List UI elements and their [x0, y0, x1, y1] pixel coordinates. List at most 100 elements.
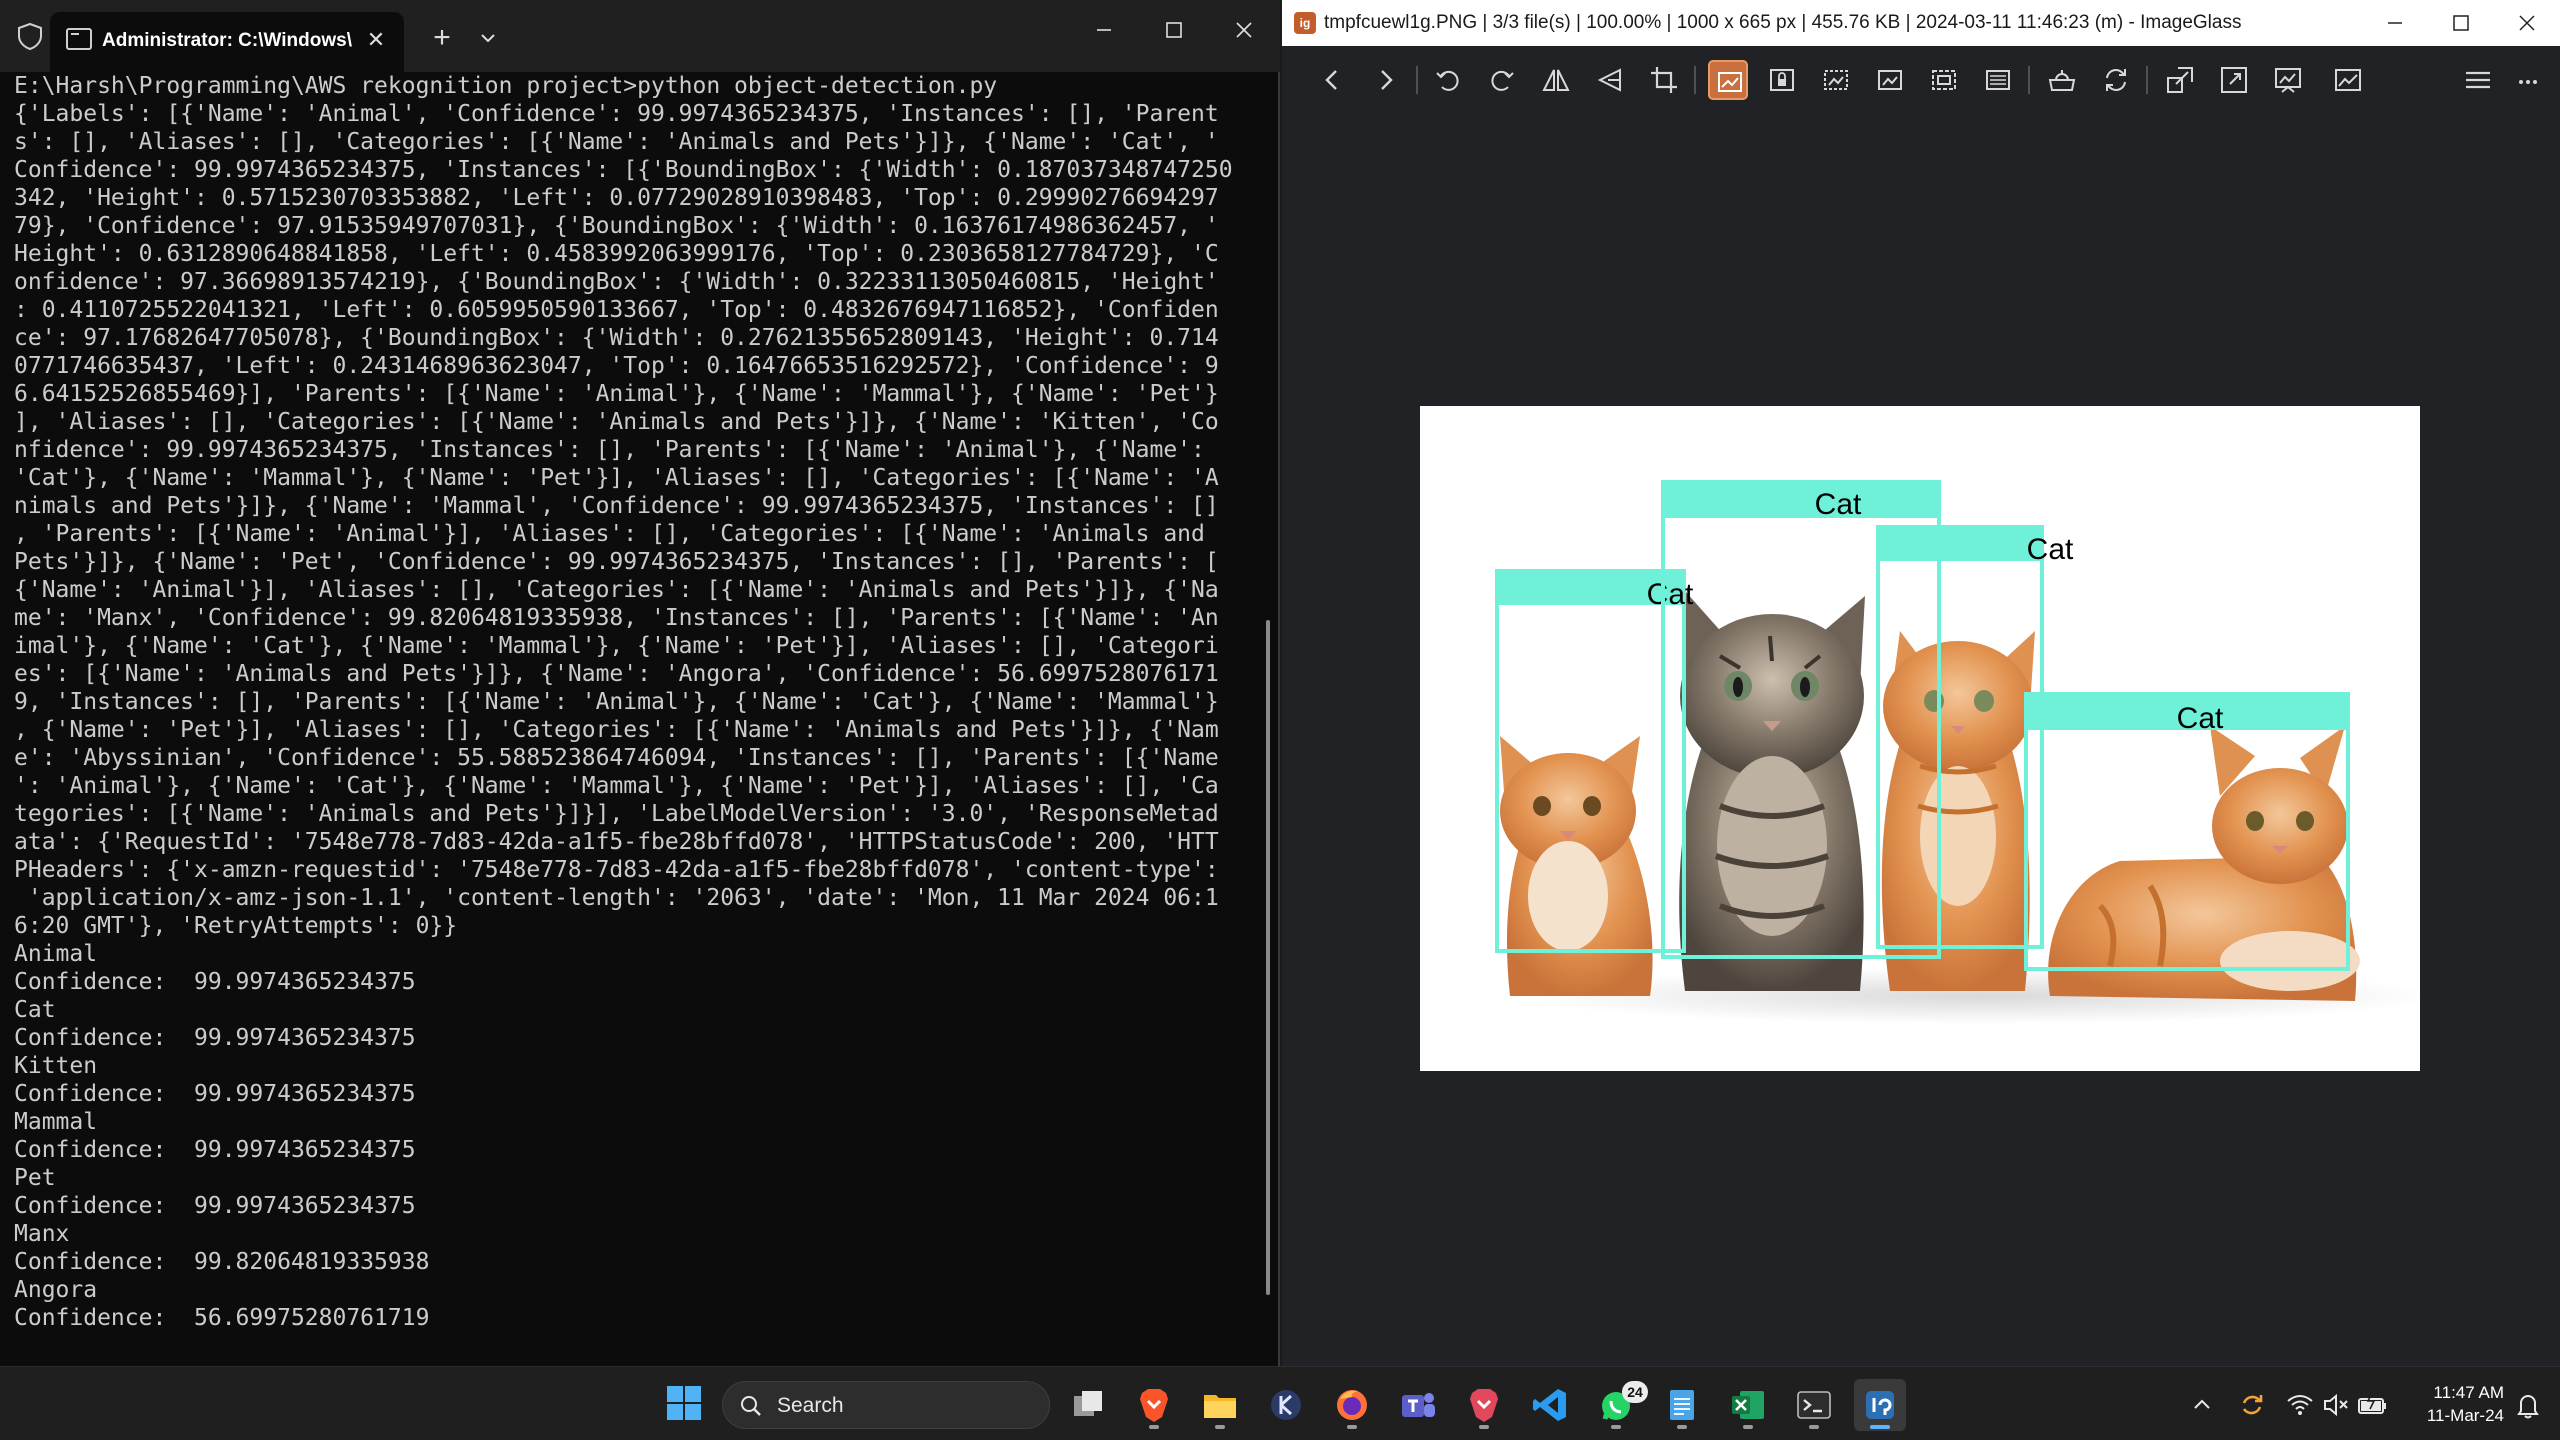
- new-tab-button[interactable]: +: [424, 20, 460, 56]
- maximize-button[interactable]: [2428, 0, 2494, 46]
- running-indicator: [1611, 1425, 1621, 1429]
- toolbar-separator: [1416, 66, 1418, 94]
- previous-image-button[interactable]: [1312, 60, 1352, 100]
- terminal-line: Confidence: 99.9974365234375: [14, 1193, 416, 1219]
- running-indicator: [1743, 1425, 1753, 1429]
- volume-muted-icon[interactable]: [2320, 1389, 2352, 1421]
- terminal-tab-title: Administrator: C:\Windows\Sy: [102, 30, 352, 51]
- terminal-line: s': [], 'Aliases': [], 'Categories': [{'…: [14, 129, 1219, 155]
- brave-browser-icon[interactable]: [1128, 1379, 1180, 1431]
- scale-to-fit-icon[interactable]: [1924, 60, 1964, 100]
- notepad-icon[interactable]: [1656, 1379, 1708, 1431]
- terminal-line: 6:20 GMT'}, 'RetryAttempts': 0}}: [14, 913, 458, 939]
- battery-charging-icon[interactable]: [2356, 1389, 2388, 1421]
- kitten-lying: [2048, 726, 2360, 1001]
- terminal-line: imal'}, {'Name': 'Cat'}, {'Name': 'Mamma…: [14, 633, 1219, 659]
- sync-icon[interactable]: [2236, 1389, 2268, 1421]
- wifi-icon[interactable]: [2284, 1389, 2316, 1421]
- flip-vertical-icon[interactable]: [1590, 60, 1630, 100]
- crop-icon[interactable]: [1644, 60, 1684, 100]
- detection-label: Cat: [1815, 488, 1862, 521]
- kdenlive-icon[interactable]: [1260, 1379, 1312, 1431]
- detection-label: Cat: [2177, 702, 2224, 735]
- terminal-line: 79}, 'Confidence': 97.91535949707031}, {…: [14, 213, 1219, 239]
- terminal-line: ': 'Animal'}, {'Name': 'Cat'}, {'Name': …: [14, 773, 1219, 799]
- running-indicator: [1215, 1425, 1225, 1429]
- taskbar-search[interactable]: Search: [722, 1381, 1050, 1429]
- brave-nightly-icon[interactable]: [1458, 1379, 1510, 1431]
- file-explorer-icon[interactable]: [1194, 1379, 1246, 1431]
- terminal-line: Mammal: [14, 1109, 98, 1135]
- detection-label: Cat: [1647, 578, 1694, 611]
- scale-height-icon[interactable]: [1870, 60, 1910, 100]
- kitten-left: [1500, 736, 1653, 996]
- teams-icon[interactable]: [1392, 1379, 1444, 1431]
- terminal-line: 342, 'Height': 0.5715230703353882, 'Left…: [14, 185, 1219, 211]
- refresh-icon[interactable]: [2096, 60, 2136, 100]
- windows-terminal-icon[interactable]: [1788, 1379, 1840, 1431]
- next-image-button[interactable]: [1366, 60, 1406, 100]
- whatsapp-icon[interactable]: 24: [1590, 1379, 1648, 1431]
- terminal-line: 0771746635437, 'Left': 0.243146896362304…: [14, 353, 1219, 379]
- running-indicator: [1809, 1425, 1819, 1429]
- firefox-icon[interactable]: [1326, 1379, 1378, 1431]
- detection-label-band: [1663, 482, 1939, 518]
- terminal-output[interactable]: E:\Harsh\Programming\AWS rekognition pro…: [14, 72, 1234, 1352]
- scale-width-icon[interactable]: [1816, 60, 1856, 100]
- flip-horizontal-icon[interactable]: [1536, 60, 1576, 100]
- fullscreen-icon[interactable]: [2214, 60, 2254, 100]
- notification-badge: 24: [1622, 1381, 1648, 1403]
- imageglass-taskbar-icon[interactable]: [1854, 1379, 1906, 1431]
- chevron-down-icon[interactable]: [472, 22, 504, 54]
- kitten-right-standing: [1881, 631, 2035, 991]
- print-icon[interactable]: [2042, 60, 2082, 100]
- system-clock[interactable]: 11:47 AM 11-Mar-24: [2390, 1381, 2504, 1427]
- close-button[interactable]: [1214, 6, 1274, 54]
- slideshow-icon[interactable]: [2268, 60, 2308, 100]
- detection-label: Cat: [2027, 533, 2074, 566]
- terminal-line: me': 'Manx', 'Confidence': 99.8206481933…: [14, 605, 1219, 631]
- terminal-line: ], 'Aliases': [], 'Categories': [{'Name'…: [14, 409, 1219, 435]
- show-hidden-icons-chevron-icon[interactable]: [2186, 1389, 2218, 1421]
- more-options-icon[interactable]: [2508, 60, 2548, 100]
- clock-date: 11-Mar-24: [2426, 1406, 2504, 1425]
- scale-to-fill-icon[interactable]: [1978, 60, 2018, 100]
- auto-zoom-button[interactable]: [1708, 60, 1748, 100]
- terminal-icon: [66, 28, 92, 50]
- terminal-line: {'Labels': [{'Name': 'Animal', 'Confiden…: [14, 101, 1219, 127]
- imageglass-titlebar: ig tmpfcuewl1g.PNG | 3/3 file(s) | 100.0…: [1282, 0, 2560, 46]
- menu-icon[interactable]: [2458, 60, 2498, 100]
- close-tab-icon[interactable]: ✕: [360, 24, 392, 56]
- close-button[interactable]: [2494, 0, 2560, 46]
- terminal-line: ata': {'RequestId': '7548e778-7d83-42da-…: [14, 829, 1219, 855]
- gallery-icon[interactable]: [2328, 60, 2368, 100]
- imageglass-title: tmpfcuewl1g.PNG | 3/3 file(s) | 100.00% …: [1324, 12, 2242, 33]
- toolbar-separator: [2028, 66, 2030, 94]
- terminal-line: tegories': [{'Name': 'Animals and Pets'}…: [14, 801, 1219, 827]
- notification-bell-icon[interactable]: [2512, 1389, 2544, 1421]
- maximize-button[interactable]: [1144, 6, 1204, 54]
- displayed-image[interactable]: Cat Cat Cat Cat: [1420, 406, 2420, 1071]
- terminal-line: 'application/x-amz-json-1.1', 'content-l…: [14, 885, 1219, 911]
- rotate-right-icon[interactable]: [1482, 60, 1522, 100]
- rotate-left-icon[interactable]: [1428, 60, 1468, 100]
- window-fit-icon[interactable]: [2160, 60, 2200, 100]
- terminal-line: PHeaders': {'x-amzn-requestid': '7548e77…: [14, 857, 1219, 883]
- minimize-button[interactable]: [1074, 6, 1134, 54]
- terminal-line: Pets'}]}, {'Name': 'Pet', 'Confidence': …: [14, 549, 1219, 575]
- terminal-line: {'Name': 'Animal'}], 'Aliases': [], 'Cat…: [14, 577, 1219, 603]
- terminal-line: E:\Harsh\Programming\AWS rekognition pro…: [14, 73, 998, 99]
- excel-icon[interactable]: [1722, 1379, 1774, 1431]
- search-label: Search: [777, 1394, 844, 1417]
- terminal-tab-bar: Administrator: C:\Windows\Sy ✕ +: [0, 0, 1280, 72]
- task-view-icon[interactable]: [1062, 1379, 1114, 1431]
- terminal-line: Manx: [14, 1221, 70, 1247]
- vscode-icon[interactable]: [1524, 1379, 1576, 1431]
- terminal-line: Confidence: 99.9974365234375: [14, 1081, 416, 1107]
- minimize-button[interactable]: [2362, 0, 2428, 46]
- terminal-scrollbar[interactable]: [1266, 620, 1270, 1295]
- lock-zoom-icon[interactable]: [1762, 60, 1802, 100]
- windows-start-icon[interactable]: [664, 1383, 704, 1423]
- clock-time: 11:47 AM: [2433, 1383, 2504, 1402]
- terminal-tab[interactable]: Administrator: C:\Windows\Sy ✕: [50, 12, 404, 72]
